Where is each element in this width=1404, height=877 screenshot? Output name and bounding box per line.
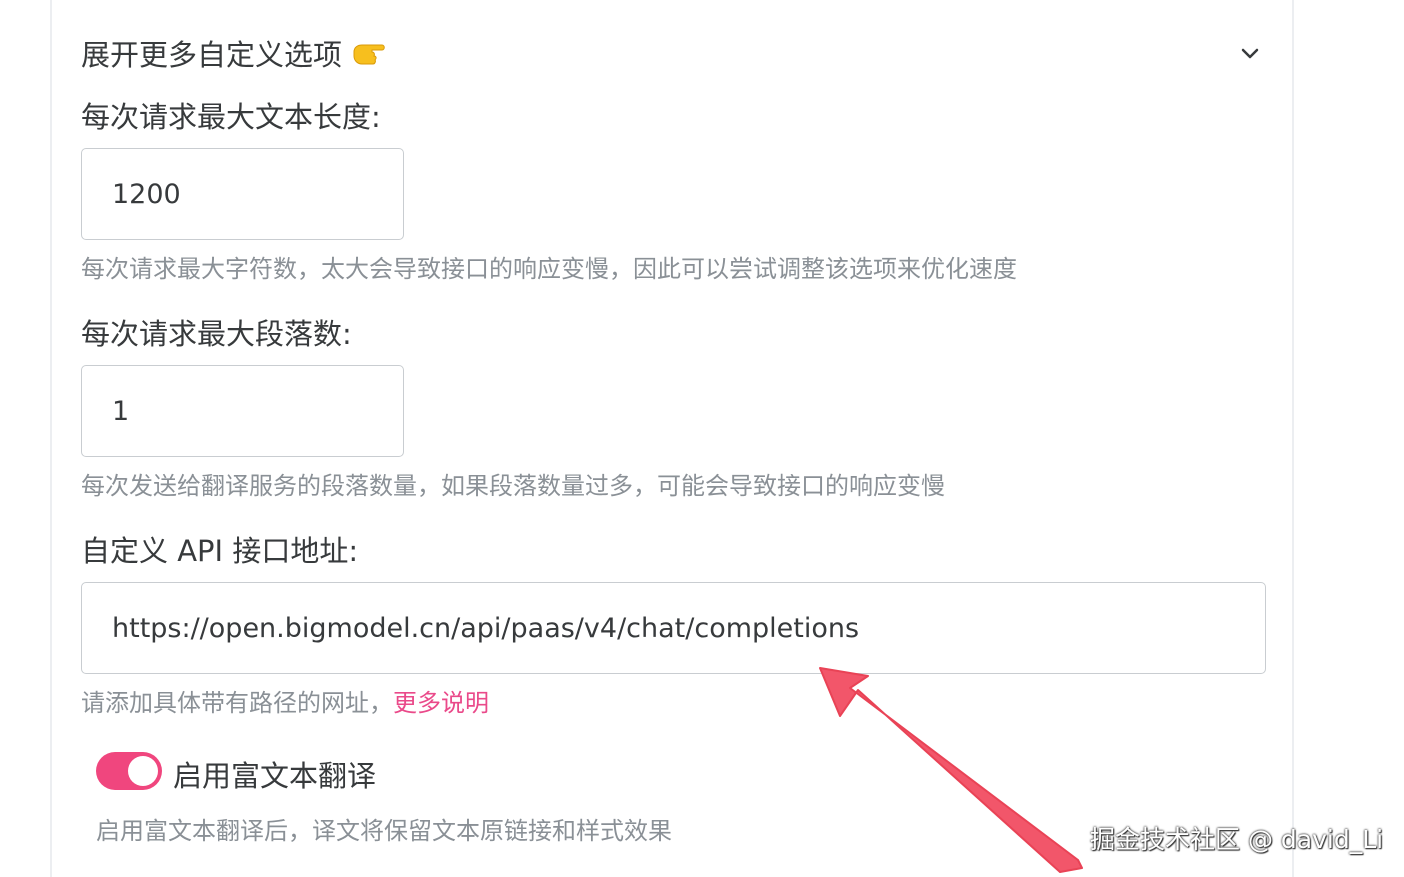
more-options-summary[interactable]: 展开更多自定义选项 <box>81 32 386 74</box>
max-paragraphs-help: 每次发送给翻译服务的段落数量，如果段落数量过多，可能会导致接口的响应变慢 <box>81 472 945 500</box>
custom-api-help: 请添加具体带有路径的网址，更多说明 <box>81 683 489 718</box>
pointing-right-icon <box>352 38 386 68</box>
more-options-summary-label: 展开更多自定义选项 <box>81 38 343 72</box>
rich-text-toggle[interactable] <box>96 752 162 790</box>
more-info-link[interactable]: 更多说明 <box>393 689 489 717</box>
max-paragraphs-input[interactable] <box>81 365 404 457</box>
toggle-knob <box>128 756 158 786</box>
max-text-length-help: 每次请求最大字符数，太大会导致接口的响应变慢，因此可以尝试调整该选项来优化速度 <box>81 255 1017 283</box>
custom-api-help-text: 请添加具体带有路径的网址， <box>81 689 393 717</box>
rich-text-label[interactable]: 启用富文本翻译 <box>173 753 376 795</box>
max-text-length-label: 每次请求最大文本长度: <box>81 100 381 134</box>
max-text-length-input[interactable] <box>81 148 404 240</box>
rich-text-help: 启用富文本翻译后，译文将保留文本原链接和样式效果 <box>96 817 672 845</box>
custom-api-label: 自定义 API 接口地址: <box>81 534 359 568</box>
custom-api-input[interactable] <box>81 582 1266 674</box>
max-paragraphs-label: 每次请求最大段落数: <box>81 317 352 351</box>
watermark: 掘金技术社区 @ david_Li <box>1090 825 1384 854</box>
chevron-down-icon[interactable] <box>1236 40 1264 68</box>
